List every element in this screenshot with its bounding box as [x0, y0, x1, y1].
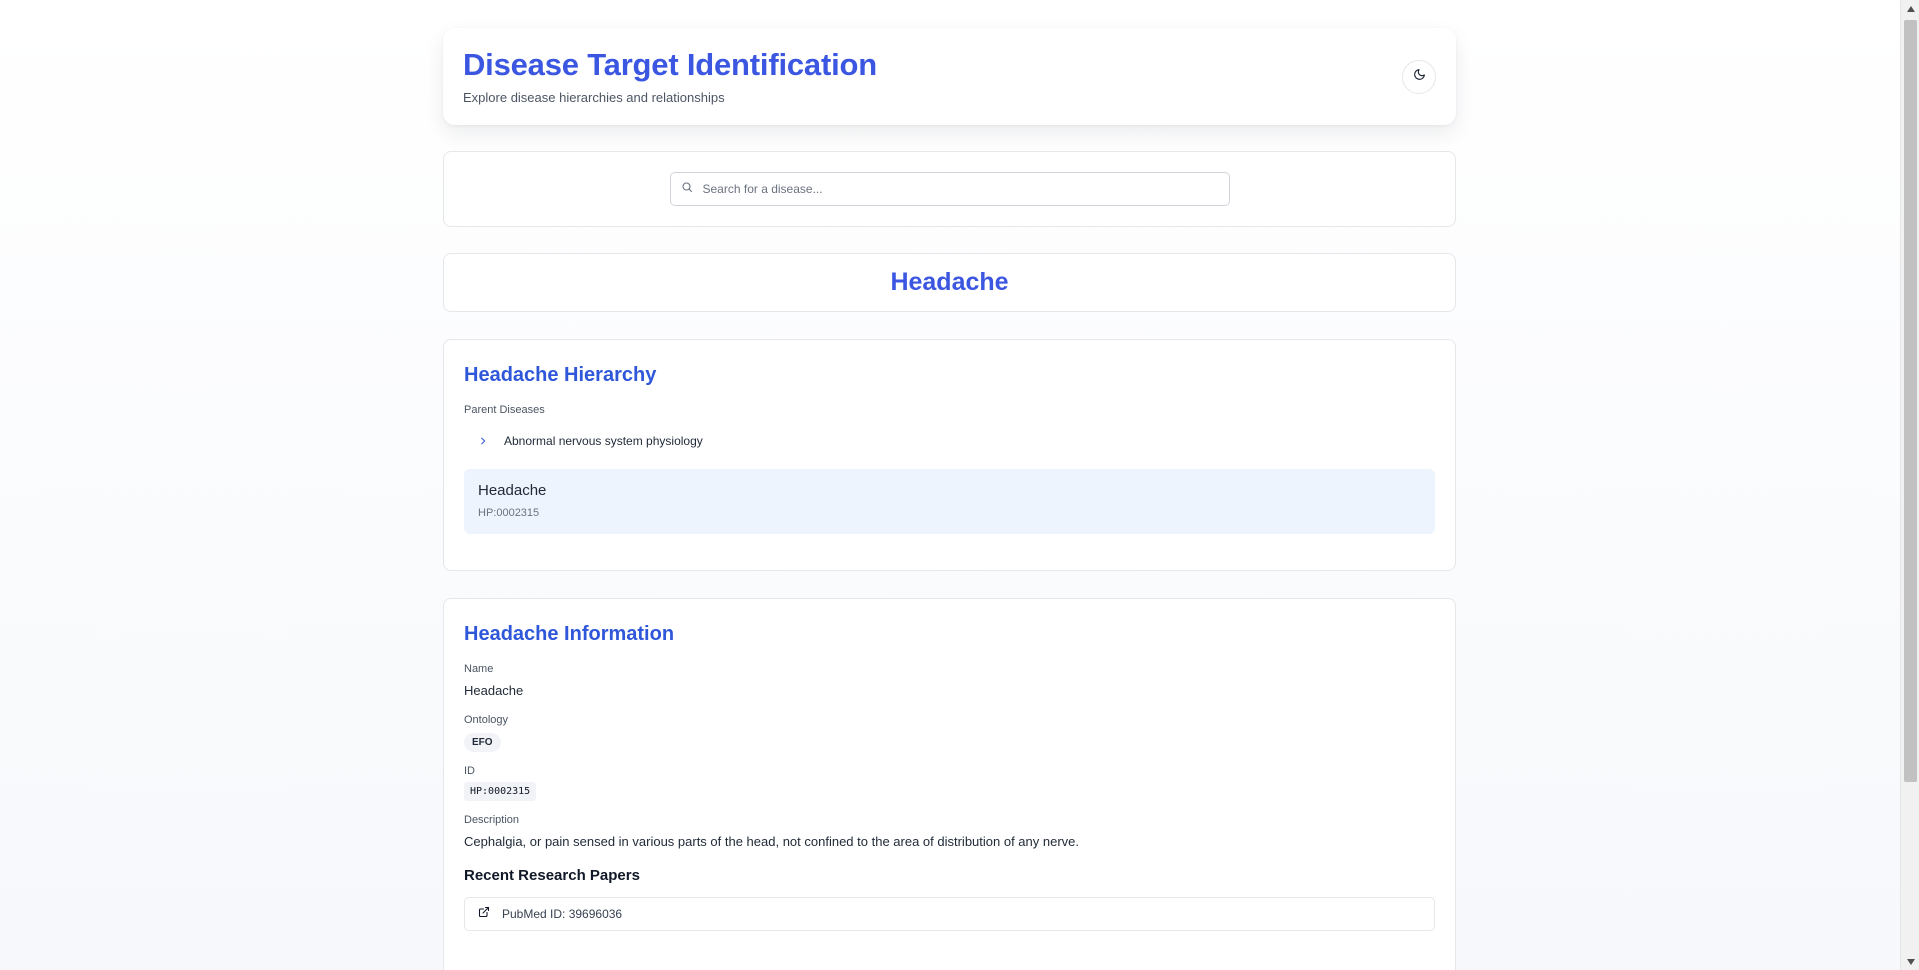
theme-toggle-button[interactable] [1402, 60, 1436, 94]
hierarchy-title: Headache Hierarchy [464, 364, 657, 386]
search-input[interactable] [702, 182, 1203, 196]
chevron-right-icon [478, 436, 490, 446]
current-disease-node[interactable]: Headache HP:0002315 [464, 469, 1435, 534]
hierarchy-panel: Headache Hierarchy Parent Diseases Abnor… [443, 339, 1456, 571]
name-label: Name [464, 663, 494, 675]
description-label: Description [464, 814, 520, 826]
parent-diseases-label: Parent Diseases [464, 404, 545, 416]
page-container: Disease Target Identification Explore di… [443, 28, 1456, 970]
selected-disease-title: Headache [890, 268, 1009, 296]
description-field: Description Cephalgia, or pain sensed in… [464, 814, 1435, 849]
parent-disease-label: Abnormal nervous system physiology [504, 434, 703, 448]
external-link-icon [478, 905, 490, 923]
selected-disease-panel: Headache [443, 253, 1456, 312]
search-panel [443, 151, 1456, 227]
ontology-badge: EFO [464, 733, 501, 752]
scrollbar-thumb[interactable] [1904, 20, 1917, 782]
search-box[interactable] [669, 172, 1230, 206]
current-disease-id: HP:0002315 [478, 507, 540, 519]
search-icon [681, 180, 693, 198]
paper-link-label: PubMed ID: 39696036 [502, 907, 623, 921]
app-header: Disease Target Identification Explore di… [443, 28, 1456, 125]
scroll-down-arrow-icon[interactable] [1901, 953, 1919, 970]
information-title: Headache Information [464, 623, 675, 645]
current-disease-name: Headache [478, 482, 547, 499]
moon-icon [1413, 68, 1426, 86]
id-field: ID HP:0002315 [464, 765, 1435, 801]
ontology-field: Ontology EFO [464, 714, 1435, 752]
app-title: Disease Target Identification [463, 47, 877, 82]
app-subtitle: Explore disease hierarchies and relation… [463, 90, 725, 106]
name-value: Headache [464, 683, 524, 698]
id-label: ID [464, 765, 475, 777]
id-value: HP:0002315 [464, 782, 537, 801]
name-field: Name Headache [464, 663, 1435, 698]
research-papers-title: Recent Research Papers [464, 867, 640, 884]
scroll-up-arrow-icon[interactable] [1901, 0, 1919, 17]
description-value: Cephalgia, or pain sensed in various par… [464, 834, 1080, 849]
ontology-label: Ontology [464, 714, 509, 726]
information-panel: Headache Information Name Headache Ontol… [443, 598, 1456, 970]
paper-link[interactable]: PubMed ID: 39696036 [464, 897, 1435, 931]
vertical-scrollbar[interactable] [1900, 0, 1919, 970]
parent-disease-item[interactable]: Abnormal nervous system physiology [464, 434, 1435, 448]
